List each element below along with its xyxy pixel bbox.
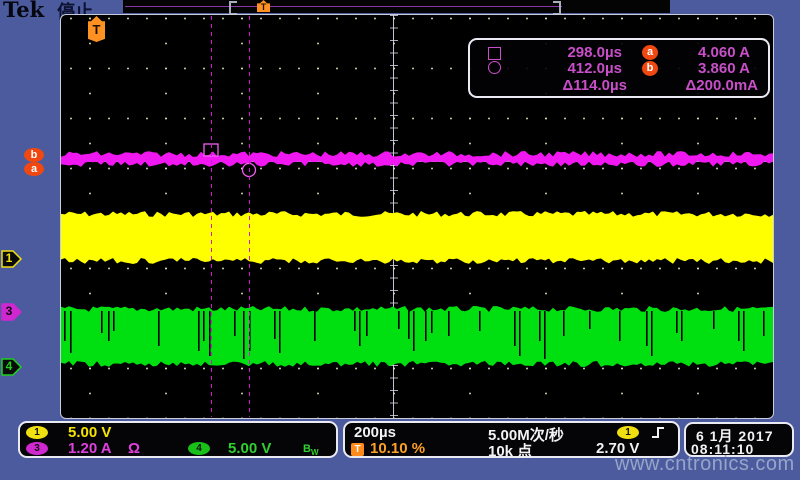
channel-1-scale: 5.00 V xyxy=(68,424,111,441)
channel-3-coupling: Ω xyxy=(128,440,140,457)
cursor-a-square-icon xyxy=(488,47,501,60)
cursor-b-source-badge[interactable]: b xyxy=(24,148,44,162)
cursor-a-time: 298.0µs xyxy=(532,44,622,61)
channel-4-badge[interactable]: 4 xyxy=(188,442,210,455)
watermark: www.cntronics.com xyxy=(615,453,795,476)
datetime-box[interactable]: 6 1月 2017 08:11:10 xyxy=(684,422,794,457)
trigger-position-marker[interactable]: T xyxy=(88,16,105,42)
trigger-marker-label: T xyxy=(88,22,105,37)
trigger-holdoff-icon: T xyxy=(351,443,364,456)
channel-scales-box[interactable]: 1 5.00 V 3 1.20 A Ω 4 5.00 V BW xyxy=(18,421,338,458)
channel-1-ground-marker[interactable]: 1 xyxy=(1,250,23,268)
cursor-delta-value: Δ200.0mA xyxy=(660,77,758,94)
time-cursor-a[interactable] xyxy=(211,16,212,417)
acquisition-overview-bar: T xyxy=(123,0,670,13)
overview-record-line xyxy=(125,6,562,7)
trigger-slope-icon xyxy=(651,425,666,440)
trigger-position-icon[interactable]: T xyxy=(257,0,270,12)
source-a-badge: a xyxy=(642,45,658,60)
cursor-readout-box: 298.0µs 412.0µs Δ114.0µs a b 4.060 A 3.8… xyxy=(468,38,770,98)
zoom-window-right-bracket[interactable] xyxy=(553,1,561,15)
cursor-b-circle-icon xyxy=(488,61,501,74)
channel-4-marker-label: 4 xyxy=(1,359,17,373)
trigger-holdoff-readout: 10.10 % xyxy=(370,440,425,457)
channel-3-scale: 1.20 A xyxy=(68,440,112,457)
channel-3-badge[interactable]: 3 xyxy=(26,442,48,455)
channel-4-ground-marker[interactable]: 4 xyxy=(1,358,23,376)
bandwidth-limit-indicator: BW xyxy=(303,443,319,457)
channel-4-scale: 5.00 V xyxy=(228,440,271,457)
zoom-window-left-bracket[interactable] xyxy=(229,1,237,15)
timebase-readout: 200µs xyxy=(354,424,396,441)
source-b-badge: b xyxy=(642,61,658,76)
oscilloscope-screen: { "header": { "brand": "Tek", "acq_statu… xyxy=(0,0,800,480)
cursor-b-value: 3.860 A xyxy=(665,60,750,77)
channel-3-marker-label: 3 xyxy=(1,304,17,318)
trigger-source-badge[interactable]: 1 xyxy=(617,426,639,439)
cursor-a-value: 4.060 A xyxy=(665,44,750,61)
cursor-a-source-badge[interactable]: a xyxy=(24,162,44,176)
channel-3-ground-marker[interactable]: 3 xyxy=(1,303,23,321)
tek-logo: Tek xyxy=(3,0,44,22)
cursor-delta-time: Δ114.0µs xyxy=(532,77,627,94)
record-length-readout: 10k 点 xyxy=(488,440,532,461)
channel-1-marker-label: 1 xyxy=(1,251,17,265)
channel-1-badge[interactable]: 1 xyxy=(26,426,48,439)
time-cursor-b[interactable] xyxy=(249,16,250,417)
cursor-b-time: 412.0µs xyxy=(532,60,622,77)
